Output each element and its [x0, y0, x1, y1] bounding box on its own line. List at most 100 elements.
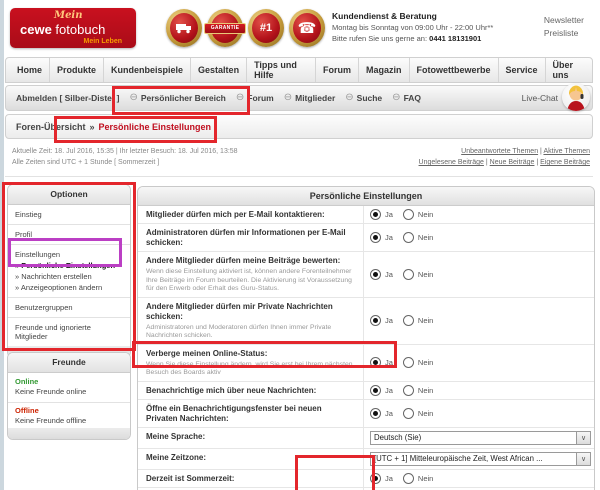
radio-ja[interactable]	[370, 232, 381, 243]
nav-item-fotowettbewerbe[interactable]: Fotowettbewerbe	[410, 58, 499, 82]
radio-nein[interactable]	[402, 472, 414, 484]
language-select[interactable]: Deutsch (Sie) ∨	[370, 430, 591, 445]
panel-footer	[8, 428, 130, 439]
radio-nein-label: Nein	[417, 358, 434, 367]
breadcrumb-separator: »	[89, 121, 95, 132]
garantie-badge-label: GARANTIE	[204, 23, 246, 34]
radio-ja[interactable]	[370, 407, 381, 419]
user-icon: ⊖	[345, 92, 354, 103]
userbar-item-mitglieder[interactable]: ⊖ Mitglieder	[284, 93, 336, 104]
radio-ja[interactable]	[370, 357, 381, 368]
cewe-logo[interactable]: Mein cewe fotobuch Mein Leben	[10, 8, 136, 48]
radio-ja-label: Ja	[385, 233, 393, 242]
radio-ja[interactable]	[370, 384, 381, 396]
logo-mein-leben-text: Mein Leben	[83, 38, 122, 45]
customer-service-block: Kundendienst & Beratung Montag bis Sonnt…	[332, 11, 493, 44]
cewe-forum-settings-page: Mein cewe fotobuch Mein Leben GARANTIE #…	[0, 0, 600, 490]
breadcrumb-current: Persönliche Einstellungen	[98, 121, 212, 132]
nav-item-tipps-und-hilfe[interactable]: Tipps und Hilfe	[247, 58, 316, 82]
userbar-item-forum[interactable]: ⊖ Forum	[235, 92, 274, 104]
setting-label: Andere Mitglieder dürfen mir Private Nac…	[146, 301, 333, 321]
nav-item-service[interactable]: Service	[499, 58, 546, 82]
customer-service-title: Kundendienst & Beratung	[332, 11, 437, 21]
info-link[interactable]: Neue Beiträge	[490, 159, 535, 166]
freunde-panel: Freunde Online Keine Freunde online Offl…	[7, 352, 131, 440]
radio-ja[interactable]	[370, 472, 381, 484]
settings-row: Öffne ein Benachrichtigungsfenster bei n…	[138, 399, 594, 428]
nav-item-produkte[interactable]: Produkte	[50, 58, 105, 82]
main-nav: Home Produkte Kundenbeispiele Gestalten …	[5, 57, 593, 83]
sidebar-item-einstieg[interactable]: Einstieg	[8, 205, 130, 225]
radio-nein-label: Nein	[417, 473, 434, 483]
radio-ja-label: Ja	[385, 316, 393, 325]
radio-nein-label: Nein	[417, 269, 434, 279]
settings-row: Andere Mitglieder dürfen mir Private Nac…	[138, 297, 594, 345]
current-time-line: Aktuelle Zeit: 18. Jul 2016, 15:35 | Ihr…	[12, 148, 238, 155]
radio-nein[interactable]	[402, 384, 414, 396]
live-chat-link[interactable]: Live-Chat	[522, 93, 558, 103]
info-link[interactable]: Unbeantwortete Themen	[461, 148, 538, 155]
timezone-select[interactable]: [UTC + 1] Mitteleuropäische Zeit, West A…	[370, 451, 591, 466]
setting-label: Benachrichtige mich über neue Nachrichte…	[146, 385, 317, 395]
sidebar-item-profil[interactable]: Profil	[8, 225, 130, 245]
logout-link[interactable]: Abmelden [ Silber-Distel ]	[16, 93, 119, 103]
optionen-panel: Optionen Einstieg Profil Einstellungen »…	[7, 184, 131, 358]
radio-nein[interactable]	[402, 268, 414, 280]
setting-label: Verberge meinen Online-Status:	[146, 348, 268, 358]
nav-item-magazin[interactable]: Magazin	[359, 58, 410, 82]
radio-nein[interactable]	[402, 407, 414, 419]
radio-ja-label: Ja	[385, 210, 393, 219]
radio-ja[interactable]	[370, 315, 381, 326]
live-chat-avatar[interactable]	[562, 83, 590, 111]
number-one-badge-icon: #1	[248, 9, 284, 47]
newsletter-link[interactable]: Newsletter	[544, 14, 584, 27]
setting-label: Öffne ein Benachrichtigungsfenster bei n…	[146, 403, 322, 423]
sidebar-item-anzeigeoptionen-aendern[interactable]: » Anzeigeoptionen ändern	[15, 282, 123, 293]
sidebar-item-nachrichten-erstellen[interactable]: » Nachrichten erstellen	[15, 271, 123, 282]
nav-item-kundenbeispiele[interactable]: Kundenbeispiele	[104, 58, 192, 82]
friends-online-text: Keine Freunde online	[15, 387, 87, 396]
info-link[interactable]: Aktive Themen	[543, 148, 590, 155]
logo-cewe-text: cewe	[20, 22, 52, 37]
userbar-item-faq[interactable]: ⊖ FAQ	[392, 93, 421, 104]
nav-item-ueber-uns[interactable]: Über uns	[546, 58, 592, 82]
nav-item-gestalten[interactable]: Gestalten	[191, 58, 248, 82]
radio-nein[interactable]	[402, 357, 414, 368]
radio-nein-label: Nein	[417, 316, 434, 325]
preisliste-link[interactable]: Preisliste	[544, 27, 584, 40]
user-icon: ⊖	[235, 92, 245, 103]
radio-ja-label: Ja	[385, 408, 393, 418]
radio-nein[interactable]	[402, 232, 414, 243]
radio-ja[interactable]	[370, 209, 381, 220]
sidebar-item-persoenliche-einstellungen[interactable]: » Persönliche Einstellungen	[15, 260, 123, 271]
breadcrumb-bar: Foren-Übersicht » Persönliche Einstellun…	[5, 114, 593, 139]
number-one-badge-label: #1	[259, 22, 273, 34]
support-agent-icon	[567, 85, 585, 111]
settings-panel-title: Persönliche Einstellungen	[138, 187, 594, 206]
settings-panel: Persönliche Einstellungen Mitglieder dür…	[137, 186, 595, 490]
phone-number: 0441 18131901	[429, 34, 482, 43]
nav-item-home[interactable]: Home	[6, 58, 51, 82]
freunde-panel-title: Freunde	[8, 353, 130, 373]
sidebar-item-benutzergruppen[interactable]: Benutzergruppen	[8, 298, 130, 318]
radio-nein[interactable]	[402, 315, 414, 326]
language-select-value: Deutsch (Sie)	[374, 433, 422, 442]
userbar-item-persoenlicher-bereich[interactable]: ⊖ Persönlicher Bereich	[129, 93, 225, 104]
radio-ja-label: Ja	[385, 269, 393, 279]
settings-row: Administratoren dürfen mir Informationen…	[138, 224, 594, 252]
info-link[interactable]: Eigene Beiträge	[540, 159, 590, 166]
radio-nein[interactable]	[402, 209, 414, 220]
friends-offline-text: Keine Freunde offline	[15, 416, 87, 425]
sidebar-item-einstellungen[interactable]: Einstellungen	[15, 249, 123, 260]
info-link[interactable]: Ungelesene Beiträge	[419, 159, 484, 166]
breadcrumb-root[interactable]: Foren-Übersicht	[16, 122, 86, 132]
settings-row: Mitglieder dürfen mich per E-Mail kontak…	[138, 206, 594, 224]
nav-item-forum[interactable]: Forum	[316, 58, 359, 82]
friends-online-label: Online	[15, 377, 39, 386]
userbar-item-suche[interactable]: ⊖ Suche	[345, 92, 382, 104]
settings-row: Andere Mitglieder dürfen meine Beiträge …	[138, 252, 594, 298]
settings-row-highlighted: Benachrichtige mich über neue Nachrichte…	[138, 381, 594, 400]
sidebar-item-freunde-ignorierte[interactable]: Freunde und ignorierte Mitglieder	[8, 318, 130, 346]
radio-ja[interactable]	[370, 268, 381, 280]
phone-icon: ☎	[297, 19, 317, 37]
